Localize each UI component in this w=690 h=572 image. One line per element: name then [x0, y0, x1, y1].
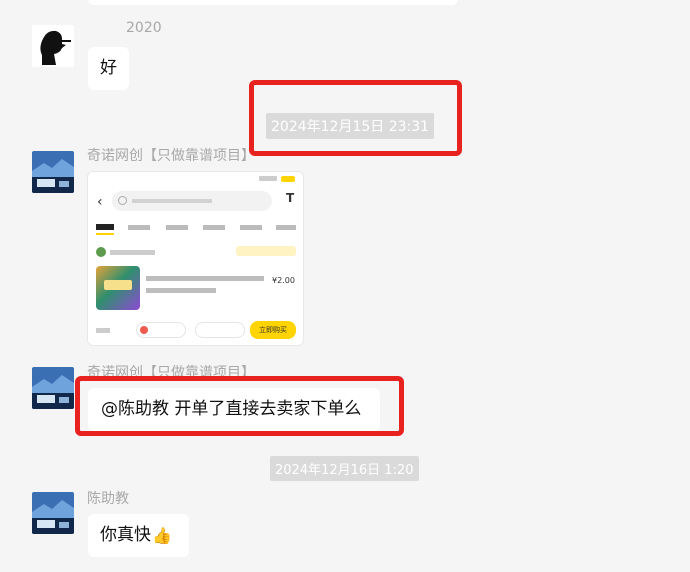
message-bubble[interactable]: 你真快 👍 [88, 514, 189, 557]
coupon-icon [140, 326, 148, 334]
sender-name: 奇诺网创【只做靠谱项目】 [87, 148, 255, 164]
tab-active[interactable] [96, 224, 114, 230]
landscape-avatar-icon [32, 492, 74, 534]
avatar[interactable] [32, 492, 74, 534]
message-text: 你真快 [100, 525, 151, 545]
avatar[interactable] [32, 25, 74, 67]
product-title-blur [146, 276, 264, 281]
filter-icon[interactable]: T [286, 191, 294, 205]
product-thumbnail[interactable] [96, 266, 140, 310]
shared-image-card[interactable]: ‹ T ¥2.00 立即购买 [87, 171, 304, 346]
shop-tag [236, 246, 296, 256]
tab[interactable] [166, 225, 188, 230]
action-button[interactable] [195, 322, 245, 338]
top-year-label: 2020 [126, 20, 162, 36]
back-icon[interactable]: ‹ [97, 194, 103, 210]
category-tabs [88, 224, 303, 235]
avatar[interactable] [32, 367, 74, 409]
smoker-silhouette-icon [32, 25, 74, 67]
search-placeholder-blur [132, 199, 212, 203]
product-title-blur [146, 288, 216, 293]
search-input[interactable] [112, 191, 272, 211]
phone-status-bar [88, 175, 303, 183]
tab[interactable] [240, 225, 262, 230]
thumbs-up-icon: 👍 [152, 525, 172, 545]
message-bubble[interactable]: 好 [88, 47, 129, 90]
buy-button[interactable]: 立即购买 [250, 321, 296, 339]
previous-message-bubble-fragment [88, 0, 458, 5]
tab-active-underline [96, 233, 114, 235]
timestamp: 2024年12月15日 23:31 [266, 113, 435, 139]
search-icon [118, 196, 127, 205]
avatar[interactable] [32, 151, 74, 193]
shop-avatar [96, 247, 106, 257]
tab[interactable] [203, 225, 225, 230]
message-text: 好 [100, 58, 117, 78]
tab[interactable] [128, 225, 150, 230]
tab[interactable] [276, 225, 296, 230]
timestamp: 2024年12月16日 1:20 [270, 456, 419, 481]
product-price: ¥2.00 [272, 276, 295, 285]
landscape-avatar-icon [32, 151, 74, 193]
shop-name-blur [110, 250, 155, 255]
battery-icon [281, 176, 295, 182]
highlight-box [75, 376, 404, 436]
signal-icon [259, 176, 277, 181]
sender-name: 陈助教 [87, 491, 129, 507]
landscape-avatar-icon [32, 367, 74, 409]
action-label-blur [96, 328, 110, 333]
